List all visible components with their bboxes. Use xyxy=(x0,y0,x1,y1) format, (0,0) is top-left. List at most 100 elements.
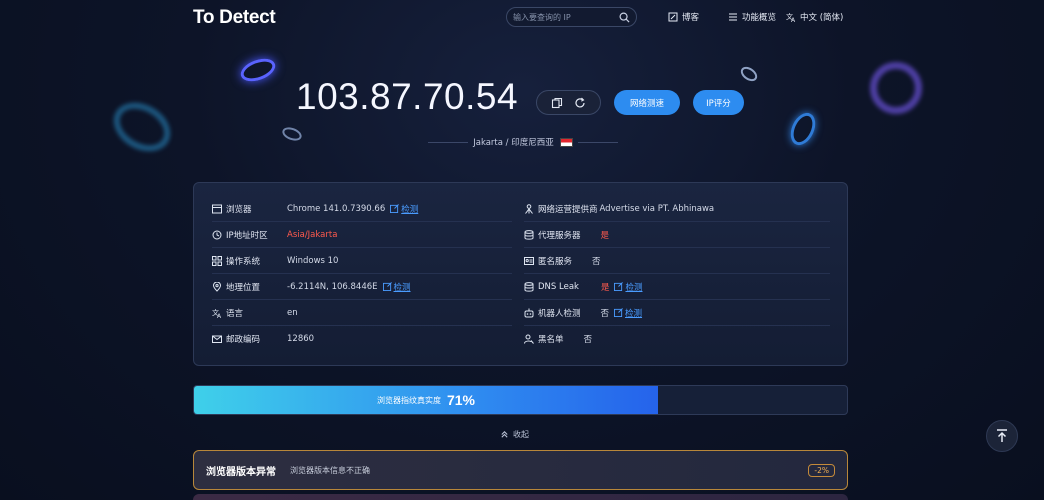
copy-icon[interactable] xyxy=(551,97,563,109)
external-link-icon xyxy=(614,308,623,317)
info-value: 否 xyxy=(584,333,593,345)
info-row: 匿名服务 否 xyxy=(524,248,830,274)
anomaly-desc: 浏览器版本信息不正确 xyxy=(290,465,370,475)
refresh-icon[interactable] xyxy=(574,97,586,109)
info-row: 文 A 语言 en xyxy=(212,300,512,326)
info-value: 是 xyxy=(601,229,610,241)
ip-info-card: 浏览器 Chrome 141.0.7390.66 检测 IP地址时区 Asia/Jaka… xyxy=(193,182,848,366)
check-link-label: 检测 xyxy=(625,282,643,293)
location: Jakarta / 印度尼西亚 xyxy=(428,136,618,148)
translate-icon: 文A xyxy=(212,308,222,320)
next-anomaly-card xyxy=(193,494,848,500)
anomaly-title: 浏览器版本异常 xyxy=(206,466,276,478)
decorative-ring xyxy=(237,54,279,86)
anomaly-card[interactable]: 浏览器版本异常 浏览器版本信息不正确 -2% xyxy=(193,450,848,490)
search-icon[interactable] xyxy=(619,12,630,23)
decorative-ring xyxy=(280,124,304,144)
info-row: IP地址时区 Asia/Jakarta xyxy=(212,222,512,248)
info-label-text: IP地址时区 xyxy=(226,230,268,241)
collapse-button[interactable]: 收起 xyxy=(500,429,529,440)
info-row: 机器人检测 否 检测 xyxy=(524,300,830,326)
info-value-text: Chrome 141.0.7390.66 xyxy=(287,203,386,214)
progress-title: 浏览器指纹真实度 xyxy=(376,395,441,405)
info-row: 浏览器 Chrome 141.0.7390.66 检测 xyxy=(212,196,512,222)
database-icon xyxy=(524,281,534,292)
info-value-text: 否 xyxy=(600,308,610,319)
info-value-text: Asia/Jakarta xyxy=(287,229,338,240)
check-link[interactable]: 检测 xyxy=(390,203,418,215)
info-label-text: 代理服务器 xyxy=(538,230,581,241)
decorative-ring xyxy=(105,92,179,162)
info-label-text: 黑名单 xyxy=(538,335,564,345)
info-label: DNS Leak xyxy=(524,282,579,292)
info-row: 代理服务器 是 xyxy=(524,222,830,248)
check-link-label: 检测 xyxy=(393,282,411,293)
search-input[interactable] xyxy=(513,12,619,22)
info-label-text: 机器人检测 xyxy=(538,308,581,319)
check-link-label: 检测 xyxy=(625,308,643,319)
nav-blog-label: 博客 xyxy=(682,13,700,23)
info-label: 黑名单 xyxy=(524,333,564,345)
info-value-text: -6.2114N, 106.8446E xyxy=(287,281,378,292)
nav-language[interactable]: 文A 中文 (简体) xyxy=(786,11,843,23)
ip-address: 103.87.70.54 xyxy=(296,76,519,117)
info-value: Advertise via PT. Abhinawa xyxy=(600,204,715,214)
edit-icon xyxy=(668,12,678,22)
info-row: 网络运营提供商 Advertise via PT. Abhinawa xyxy=(524,196,830,222)
info-label-text: 操作系统 xyxy=(226,256,261,267)
info-value: en xyxy=(287,308,298,318)
info-label-text: 匿名服务 xyxy=(538,256,573,267)
ip-score-button[interactable]: IP评分 xyxy=(693,90,744,115)
info-row: 地理位置 -6.2114N, 106.8446E 检测 xyxy=(212,274,512,300)
info-value-text: 否 xyxy=(592,256,601,267)
user-network-icon xyxy=(524,203,534,214)
translate-icon: 文A xyxy=(786,12,796,22)
decorative-ring xyxy=(870,62,922,114)
user-block-icon xyxy=(524,334,534,344)
browser-icon xyxy=(212,204,222,214)
nav-language-label: 中文 (简体) xyxy=(800,13,844,23)
chevron-up-icon xyxy=(501,431,508,438)
nav-features[interactable]: 功能概览 xyxy=(728,11,776,23)
grid-icon xyxy=(212,255,222,266)
id-card-icon xyxy=(524,256,534,266)
search-bar[interactable] xyxy=(506,7,637,27)
info-value: Chrome 141.0.7390.66 检测 xyxy=(287,203,418,215)
info-label: 文 A 语言 xyxy=(212,307,287,320)
logo[interactable]: To Detect xyxy=(193,7,276,29)
info-label-text: 网络运营提供商 xyxy=(538,204,598,215)
decorative-ring xyxy=(785,108,821,150)
database-icon xyxy=(524,229,534,240)
info-value-text: 是 xyxy=(600,230,610,241)
location-pin-icon xyxy=(212,230,222,240)
collapse-label: 收起 xyxy=(513,430,529,439)
anomaly-badge: -2% xyxy=(808,464,835,477)
speed-test-button[interactable]: 网络测速 xyxy=(614,90,680,115)
map-pin-icon xyxy=(212,281,222,292)
location-text: Jakarta / 印度尼西亚 xyxy=(473,138,554,148)
nav-features-label: 功能概览 xyxy=(742,13,777,23)
divider xyxy=(428,142,468,143)
info-row: 操作系统 Windows 10 xyxy=(212,248,512,274)
info-label: IP地址时区 xyxy=(212,229,287,241)
info-value-text: 12860 xyxy=(287,334,315,344)
info-value: 12860 xyxy=(287,334,314,344)
decorative-ring xyxy=(738,63,760,85)
check-link[interactable]: 检测 xyxy=(614,281,642,293)
fingerprint-progress: 浏览器指纹真实度 71% xyxy=(193,385,848,415)
arrow-up-icon xyxy=(997,429,1007,442)
info-value: 是 检测 xyxy=(601,281,642,293)
info-row: 黑名单 否 xyxy=(524,326,830,352)
check-link[interactable]: 检测 xyxy=(382,281,411,293)
info-label: 操作系统 xyxy=(212,255,287,267)
info-value: 否 检测 xyxy=(600,307,642,319)
info-label: 匿名服务 xyxy=(524,255,572,267)
info-value-text: Advertise via PT. Abhinawa xyxy=(599,203,715,214)
back-to-top-button[interactable] xyxy=(986,420,1018,452)
info-label: 代理服务器 xyxy=(524,229,581,241)
nav-blog[interactable]: 博客 xyxy=(668,11,699,23)
check-link[interactable]: 检测 xyxy=(614,307,642,319)
info-label: 浏览器 xyxy=(212,203,287,215)
info-row: DNS Leak 是 检测 xyxy=(524,274,830,300)
info-row: 邮政编码 12860 xyxy=(212,326,512,352)
